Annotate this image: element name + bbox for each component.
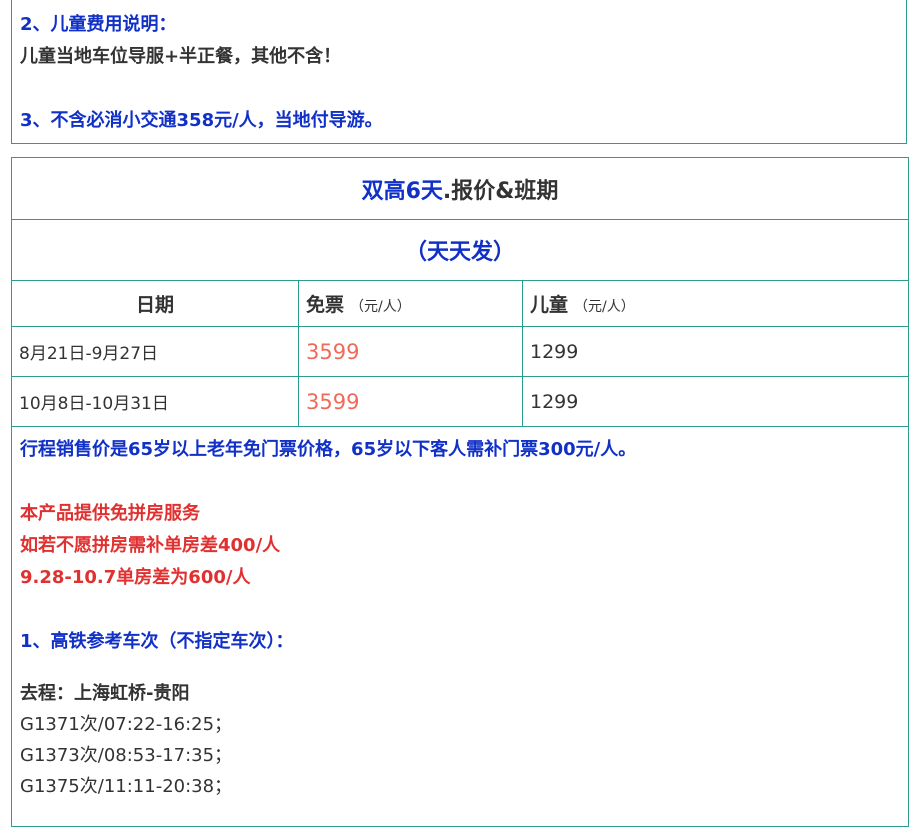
table-title: 双高6天.报价&班期 [11,157,909,220]
row-child-price: 1299 [522,376,909,427]
notes-row: 行程销售价是65岁以上老年免门票价格，65岁以下客人需补门票300元/人。 本产… [11,426,909,827]
header-free-ticket: 免票 （元/人） [298,280,523,327]
table-subtitle: （天天发） [11,219,909,281]
train-item: G1375次/11:11-20:38； [20,776,233,797]
row-child-price: 1299 [522,326,909,377]
table-title-route: 双高6天 [361,178,443,204]
header-child-unit: （元/人） [574,299,635,315]
header-free-ticket-unit: （元/人） [350,299,411,315]
price-note: 行程销售价是65岁以上老年免门票价格，65岁以下客人需补门票300元/人。 [20,439,637,460]
notes-cell: 行程销售价是65岁以上老年免门票价格，65岁以下客人需补门票300元/人。 本产… [11,426,909,827]
table-title-suffix: .报价&班期 [442,178,559,204]
header-free-ticket-label: 免票 [306,294,345,316]
price-schedule-table: 双高6天.报价&班期 （天天发） 日期 免票 （元/人） 儿童 （元/人） 8月21… [11,157,909,827]
table-row: 8月21日-9月27日 3599 1299 [11,326,909,377]
table-row: 10月8日-10月31日 3599 1299 [11,376,909,427]
row-price: 3599 [298,326,523,377]
train-heading: 1、高铁参考车次（不指定车次）： [20,631,294,652]
table-header-row: 日期 免票 （元/人） 儿童 （元/人） [11,280,909,327]
row-price: 3599 [298,376,523,427]
header-child: 儿童 （元/人） [522,280,909,327]
child-fee-section: 2、儿童费用说明： 儿童当地车位导服+半正餐，其他不含！ 3、不含必消小交通35… [11,0,907,144]
outbound-heading: 去程：上海虹桥-贵阳 [20,683,190,704]
room-note-line3: 9.28-10.7单房差为600/人 [20,567,251,588]
table-title-row: 双高6天.报价&班期 [11,157,909,220]
row-date: 8月21日-9月27日 [11,326,299,377]
row-date: 10月8日-10月31日 [11,376,299,427]
train-item: G1373次/08:53-17:35； [20,745,233,766]
child-fee-detail: 儿童当地车位导服+半正餐，其他不含！ [20,46,342,67]
train-item: G1371次/07:22-16:25； [20,714,233,735]
transport-fee-note: 3、不含必消小交通358元/人，当地付导游。 [20,110,383,131]
header-child-label: 儿童 [530,294,569,316]
table-subtitle-row: （天天发） [11,219,909,281]
room-note-line1: 本产品提供免拼房服务 [20,503,200,524]
child-fee-heading: 2、儿童费用说明： [20,14,177,35]
room-note-line2: 如若不愿拼房需补单房差400/人 [20,535,281,556]
header-date: 日期 [11,280,299,327]
